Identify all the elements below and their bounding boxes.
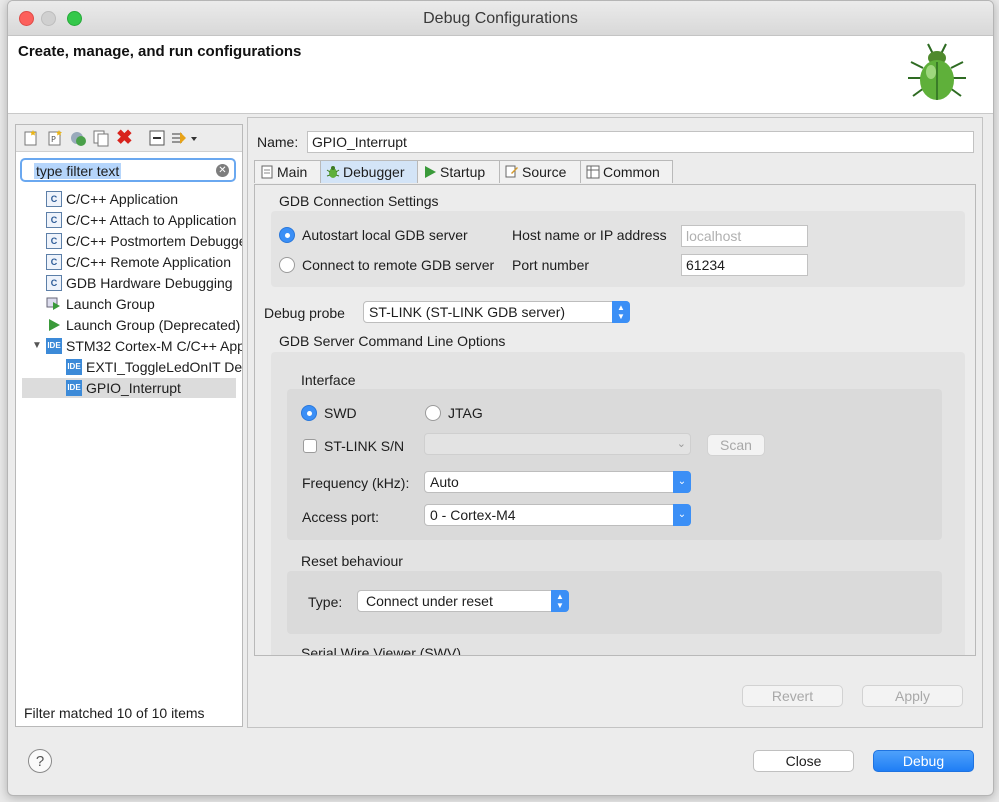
interface-group: SWD JTAG ST-LINK S/N ⌄ Scan Frequency (k…	[287, 389, 942, 540]
ide-icon: IDE	[46, 338, 62, 354]
updown-chevron-icon: ▲ ▼	[551, 590, 569, 612]
autostart-radio[interactable]	[279, 227, 295, 243]
source-icon	[505, 165, 518, 178]
debug-probe-select[interactable]: ST-LINK (ST-LINK GDB server) ▲ ▼	[363, 301, 630, 323]
svg-text:P: P	[51, 135, 56, 144]
tree-item-c-remote[interactable]: C C/C++ Remote Application	[46, 252, 242, 272]
new-prototype-icon[interactable]: P	[46, 129, 64, 147]
tab-common[interactable]: Common	[580, 160, 673, 183]
configuration-tree-panel: P ✖ type filter text ✕ C C/C++ Applicati…	[15, 124, 243, 727]
scan-button[interactable]: Scan	[707, 434, 765, 456]
table-icon	[586, 165, 600, 179]
tree-item-gdb-hardware[interactable]: C GDB Hardware Debugging	[46, 273, 242, 293]
gdb-server-options-title: GDB Server Command Line Options	[279, 333, 506, 349]
reset-type-select[interactable]: Connect under reset ▲ ▼	[357, 590, 569, 612]
c-icon: C	[46, 191, 62, 207]
document-icon	[261, 165, 273, 179]
jtag-label: JTAG	[448, 405, 483, 421]
tree-item-stm32[interactable]: ▼ IDE STM32 Cortex-M C/C++ Application	[32, 336, 242, 356]
bug-icon	[908, 43, 966, 100]
connect-remote-radio[interactable]	[279, 257, 295, 273]
c-icon: C	[46, 254, 62, 270]
jtag-radio[interactable]	[425, 405, 441, 421]
new-configuration-icon[interactable]	[22, 129, 40, 147]
type-label: Type:	[308, 594, 343, 610]
autostart-label: Autostart local GDB server	[302, 227, 468, 243]
window-title: Debug Configurations	[423, 10, 578, 27]
clear-filter-icon[interactable]: ✕	[216, 164, 229, 177]
tree-item-c-attach[interactable]: C C/C++ Attach to Application	[46, 210, 242, 230]
tree-item-launch-group-deprecated[interactable]: Launch Group (Deprecated)	[46, 315, 242, 335]
stlink-sn-label: ST-LINK S/N	[324, 438, 405, 454]
c-icon: C	[46, 233, 62, 249]
help-icon[interactable]: ?	[28, 749, 52, 773]
filter-placeholder: type filter text	[34, 163, 122, 179]
tree-item-exti[interactable]: IDE EXTI_ToggleLedOnIT Debug	[66, 357, 242, 377]
filter-status: Filter matched 10 of 10 items	[24, 705, 205, 721]
connect-remote-label: Connect to remote GDB server	[302, 257, 495, 273]
tab-startup[interactable]: Startup	[417, 160, 500, 183]
reset-group: Type: Connect under reset ▲ ▼	[287, 571, 942, 634]
bug-icon	[326, 166, 340, 178]
tab-debugger[interactable]: Debugger	[320, 160, 418, 183]
swd-label: SWD	[324, 405, 357, 421]
gdb-connection-title: GDB Connection Settings	[279, 193, 439, 209]
tree-item-c-postmortem[interactable]: C C/C++ Postmortem Debugger	[46, 231, 242, 251]
debug-configurations-window: Debug Configurations Create, manage, and…	[7, 0, 994, 796]
title-bar: Debug Configurations	[8, 1, 993, 36]
stlink-sn-checkbox[interactable]	[303, 439, 317, 453]
port-field[interactable]: 61234	[681, 254, 808, 276]
apply-button[interactable]: Apply	[862, 685, 963, 707]
launch-icon	[49, 319, 60, 331]
c-icon: C	[46, 275, 62, 291]
port-label: Port number	[512, 257, 590, 273]
gdb-connection-group: Autostart local GDB server Connect to re…	[271, 211, 965, 287]
frequency-label: Frequency (kHz):	[302, 475, 410, 491]
launch-group-icon	[46, 297, 60, 310]
debugger-tab-content: GDB Connection Settings Autostart local …	[254, 184, 976, 656]
tab-source[interactable]: Source	[499, 160, 581, 183]
c-icon: C	[46, 212, 62, 228]
tab-main[interactable]: Main	[254, 160, 321, 183]
collapse-all-icon[interactable]	[148, 129, 166, 147]
chevron-down-icon: ⌄	[676, 438, 686, 450]
debug-button[interactable]: Debug	[873, 750, 974, 772]
debug-probe-label: Debug probe	[264, 305, 345, 321]
filter-menu-icon[interactable]	[170, 129, 198, 147]
frequency-select[interactable]: Auto ⌄	[424, 471, 691, 493]
export-configuration-icon[interactable]	[69, 129, 87, 147]
close-button[interactable]: Close	[753, 750, 854, 772]
access-port-label: Access port:	[302, 509, 380, 525]
host-label: Host name or IP address	[512, 227, 667, 243]
tree-item-c-application[interactable]: C C/C++ Application	[46, 189, 242, 209]
tab-bar: Main Debugger Startup Source Common	[254, 160, 974, 184]
delete-icon[interactable]: ✖	[116, 128, 134, 148]
access-port-select[interactable]: 0 - Cortex-M4 ⌄	[424, 504, 691, 526]
updown-chevron-icon: ▲ ▼	[612, 301, 630, 323]
stlink-sn-select[interactable]: ⌄	[424, 433, 691, 455]
filter-input[interactable]: type filter text ✕	[20, 158, 236, 182]
expand-arrow-icon[interactable]: ▼	[32, 336, 42, 356]
swd-radio[interactable]	[301, 405, 317, 421]
ide-icon: IDE	[66, 359, 82, 375]
gdb-server-options-group: Interface SWD JTAG ST-LINK S/N ⌄ Scan Fr…	[271, 352, 965, 656]
swv-title: Serial Wire Viewer (SWV)	[301, 645, 461, 656]
ide-icon: IDE	[66, 380, 82, 396]
interface-title: Interface	[301, 372, 356, 388]
dialog-header: Create, manage, and run configurations	[8, 36, 993, 114]
name-label: Name:	[257, 134, 299, 150]
duplicate-icon[interactable]	[92, 129, 110, 147]
play-icon	[425, 166, 436, 178]
tree-item-gpio-interrupt[interactable]: IDE GPIO_Interrupt	[22, 378, 236, 398]
configuration-editor: Name: GPIO_Interrupt Main Debugger Start…	[247, 117, 983, 728]
revert-button[interactable]: Revert	[742, 685, 843, 707]
reset-behaviour-title: Reset behaviour	[301, 553, 403, 569]
tree-toolbar: P ✖	[16, 125, 242, 152]
host-field[interactable]: localhost	[681, 225, 808, 247]
name-field[interactable]: GPIO_Interrupt	[307, 131, 974, 153]
chevron-down-icon: ⌄	[673, 504, 691, 526]
chevron-down-icon: ⌄	[673, 471, 691, 493]
tree-item-launch-group[interactable]: Launch Group	[46, 294, 242, 314]
header-text: Create, manage, and run configurations	[18, 43, 302, 60]
